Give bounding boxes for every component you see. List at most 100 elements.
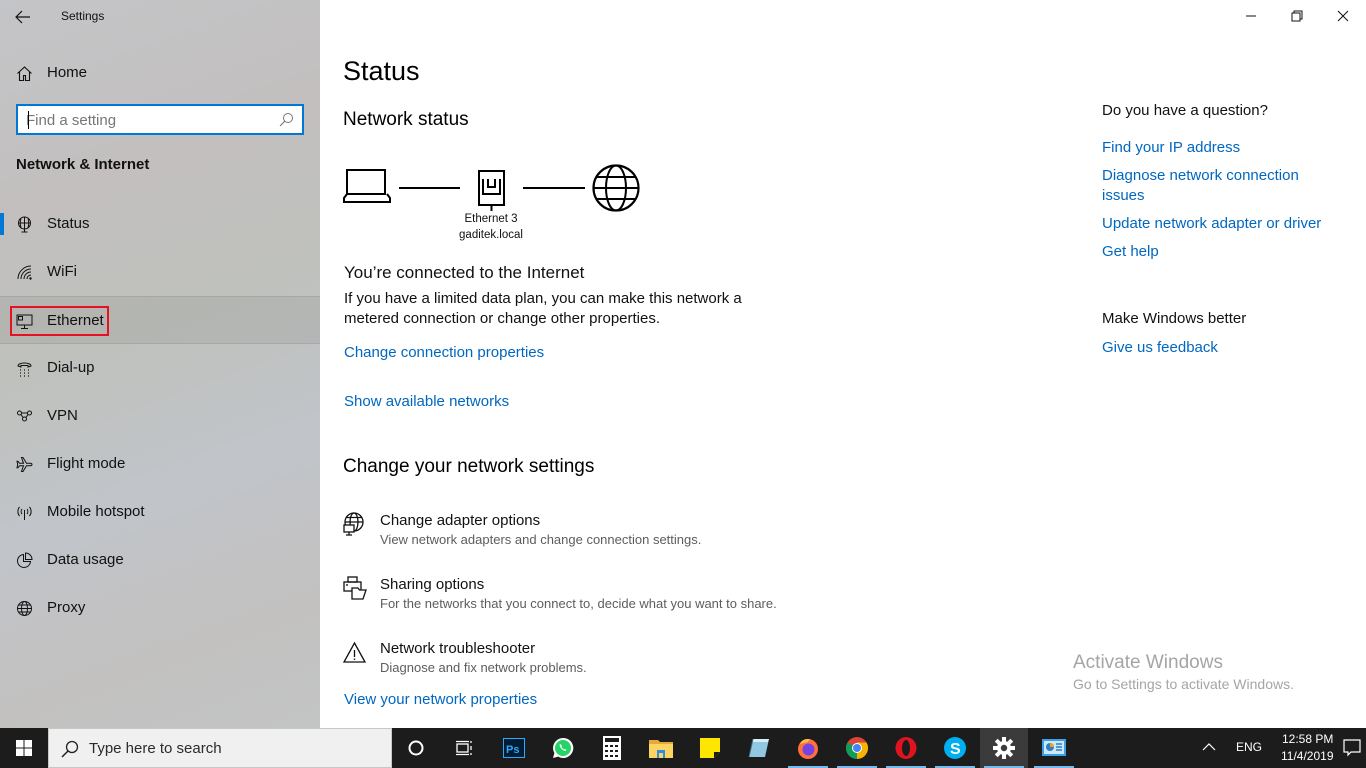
adapter-icon (343, 512, 364, 536)
sidebar-item-wifi[interactable]: WiFi (0, 248, 320, 296)
question-heading: Do you have a question? (1102, 102, 1268, 119)
start-button[interactable] (0, 728, 48, 768)
notepad-icon (748, 738, 769, 758)
sidebar-item-label: Flight mode (47, 455, 126, 472)
close-button[interactable] (1320, 0, 1366, 32)
setting-subtitle: View network adapters and change connect… (380, 532, 702, 547)
sticky-notes-icon (700, 738, 720, 758)
svg-text:S: S (950, 741, 961, 758)
chrome-app[interactable] (833, 728, 881, 768)
back-button[interactable] (8, 4, 38, 30)
change-connection-properties-link[interactable]: Change connection properties (344, 344, 544, 361)
sidebar-item-label: WiFi (47, 263, 77, 280)
firefox-icon (798, 739, 818, 759)
restore-button[interactable] (1274, 0, 1320, 32)
find-ip-address-link[interactable]: Find your IP address (1102, 138, 1342, 158)
sticky-notes-app[interactable] (686, 728, 734, 768)
notepad-app[interactable] (735, 728, 783, 768)
setting-subtitle: For the networks that you connect to, de… (380, 596, 777, 611)
view-network-properties-link[interactable]: View your network properties (344, 691, 537, 708)
calculator-app[interactable] (588, 728, 636, 768)
minimize-button[interactable] (1228, 0, 1274, 32)
selected-indicator (0, 213, 4, 235)
firefox-app[interactable] (784, 728, 832, 768)
cortana-button[interactable] (392, 728, 440, 768)
show-available-networks-link[interactable]: Show available networks (344, 393, 509, 410)
whatsapp-icon (553, 737, 574, 758)
update-adapter-driver-link[interactable]: Update network adapter or driver (1102, 214, 1362, 234)
give-feedback-link[interactable]: Give us feedback (1102, 338, 1342, 358)
sidebar-item-dial-up[interactable]: Dial-up (0, 344, 320, 392)
setting-title: Sharing options (380, 576, 485, 593)
globe-icon (17, 601, 32, 616)
sidebar-item-label: VPN (47, 407, 78, 424)
control-panel-icon (1042, 739, 1066, 756)
connection-description: If you have a limited data plan, you can… (344, 290, 742, 327)
airplane-icon (16, 457, 33, 472)
sidebar-item-label: Data usage (47, 551, 124, 568)
sharing-options[interactable]: Sharing options For the networks that yo… (342, 576, 842, 616)
hotspot-icon (17, 506, 32, 520)
activate-windows-watermark: Activate Windows Go to Settings to activ… (1073, 652, 1294, 692)
taskbar: Type here to search Ps S ENG 12:58 PM 11… (0, 728, 1366, 768)
change-adapter-options[interactable]: Change adapter options View network adap… (342, 512, 842, 552)
sidebar-item-data-usage[interactable]: Data usage (0, 536, 320, 584)
find-setting-input[interactable] (26, 110, 271, 130)
sidebar-item-vpn[interactable]: VPN (0, 392, 320, 440)
photoshop-icon: Ps (503, 738, 525, 758)
close-icon (1337, 10, 1349, 22)
network-troubleshooter[interactable]: Network troubleshooter Diagnose and fix … (342, 640, 842, 680)
search-icon (61, 740, 79, 758)
file-explorer-app[interactable] (637, 728, 685, 768)
diagnose-connection-link[interactable]: Diagnose network connection issues (1102, 166, 1342, 206)
opera-app[interactable] (882, 728, 930, 768)
sidebar-item-status[interactable]: Status (0, 200, 320, 248)
data-usage-icon (17, 552, 33, 568)
sidebar-item-label: Status (47, 215, 90, 232)
whatsapp-app[interactable] (539, 728, 587, 768)
ethernet-adapter-icon (478, 170, 505, 211)
calculator-icon (603, 736, 621, 760)
search-icon[interactable] (279, 112, 294, 127)
control-panel-app[interactable] (1030, 728, 1078, 768)
find-setting-search[interactable] (16, 104, 304, 135)
internet-globe-icon (592, 164, 640, 212)
windows-logo-icon (16, 740, 32, 756)
adapter-name: Ethernet 3 (464, 213, 518, 225)
diagram-graphic (343, 164, 640, 212)
network-status-heading: Network status (343, 109, 469, 130)
task-view-button[interactable] (440, 728, 488, 768)
get-help-link[interactable]: Get help (1102, 242, 1342, 262)
wifi-icon (17, 265, 32, 280)
clock-date[interactable]: 11/4/2019 (1281, 749, 1334, 763)
language-indicator[interactable]: ENG (1236, 740, 1262, 754)
task-view-icon (456, 740, 472, 756)
settings-app[interactable] (980, 728, 1028, 768)
setting-title: Change adapter options (380, 512, 541, 529)
sidebar-item-flight-mode[interactable]: Flight mode (0, 440, 320, 488)
skype-app[interactable]: S (931, 728, 979, 768)
vpn-icon (17, 410, 32, 422)
section-title: Network & Internet (16, 156, 150, 173)
cortana-icon (408, 740, 424, 756)
taskbar-search[interactable]: Type here to search (48, 728, 392, 768)
settings-icon (993, 737, 1015, 759)
main-content: Status Network status Ethernet 3 gaditek… (320, 0, 1366, 728)
dial-up-icon (17, 362, 32, 377)
app-title: Settings (61, 9, 105, 23)
clock-time[interactable]: 12:58 PM (1282, 732, 1333, 746)
text-cursor (28, 111, 29, 129)
photoshop-app[interactable]: Ps (490, 728, 538, 768)
connection-status-text: You’re connected to the Internet (344, 263, 585, 282)
action-center-icon[interactable] (1343, 739, 1361, 757)
show-hidden-icons-chevron-icon[interactable] (1202, 742, 1216, 752)
opera-icon (895, 737, 917, 759)
chrome-icon (846, 737, 868, 759)
home-icon (17, 66, 32, 82)
sidebar-home[interactable]: Home (0, 57, 320, 89)
settings-sidebar: Settings Home Network & Internet Status … (0, 0, 320, 728)
sidebar-item-mobile-hotspot[interactable]: Mobile hotspot (0, 488, 320, 536)
back-arrow-icon (15, 10, 30, 24)
taskbar-search-placeholder: Type here to search (89, 740, 222, 757)
sidebar-item-proxy[interactable]: Proxy (0, 584, 320, 632)
